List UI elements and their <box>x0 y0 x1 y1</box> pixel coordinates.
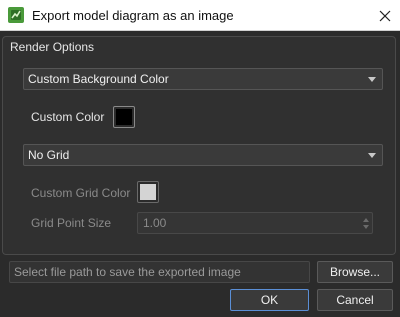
grid-point-size-label: Grid Point Size <box>31 216 112 230</box>
background-mode-select[interactable]: Custom Background Color <box>23 68 383 90</box>
window-title: Export model diagram as an image <box>32 8 234 23</box>
render-options-title: Render Options <box>10 40 95 54</box>
close-icon <box>379 10 391 21</box>
grid-point-size-value: 1.00 <box>143 216 167 230</box>
spin-down-icon[interactable] <box>363 225 369 229</box>
title-bar: Export model diagram as an image <box>0 0 400 31</box>
custom-grid-color-swatch[interactable] <box>137 181 159 203</box>
cancel-button[interactable]: Cancel <box>317 289 393 311</box>
file-path-placeholder: Select file path to save the exported im… <box>14 265 241 279</box>
spin-up-icon[interactable] <box>363 218 369 222</box>
background-mode-value: Custom Background Color <box>28 72 169 86</box>
chevron-down-icon <box>368 77 376 82</box>
chevron-down-icon <box>368 153 376 158</box>
grid-mode-value: No Grid <box>28 148 70 162</box>
custom-color-swatch[interactable] <box>113 106 135 128</box>
custom-grid-color-label: Custom Grid Color <box>31 186 131 200</box>
app-logo-icon <box>8 7 24 23</box>
ok-button[interactable]: OK <box>230 289 309 311</box>
grid-mode-select[interactable]: No Grid <box>23 144 383 166</box>
grid-point-size-spinbox[interactable]: 1.00 <box>137 212 373 234</box>
close-button[interactable] <box>370 0 400 31</box>
custom-color-label: Custom Color <box>31 110 105 124</box>
custom-color-fill <box>116 109 132 125</box>
custom-grid-color-fill <box>140 184 156 200</box>
file-path-input[interactable]: Select file path to save the exported im… <box>9 261 310 283</box>
browse-button[interactable]: Browse... <box>317 261 393 283</box>
